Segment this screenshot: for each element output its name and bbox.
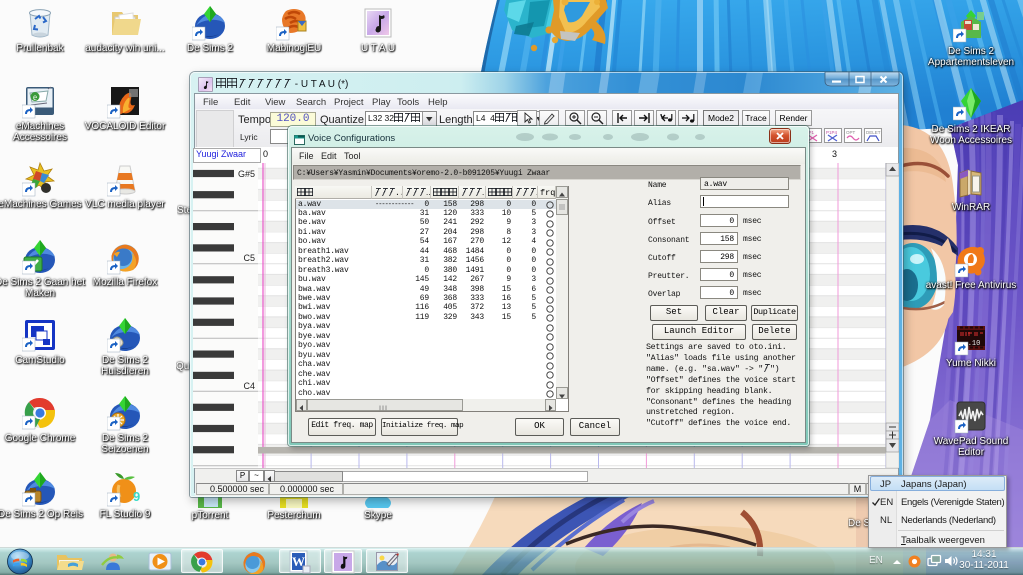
svg-text:e: e xyxy=(33,92,37,102)
svg-text:C5: C5 xyxy=(243,253,255,263)
svg-text:G#5: G#5 xyxy=(238,169,255,179)
svg-text:.10: .10 xyxy=(968,340,981,348)
svg-text:9: 9 xyxy=(133,489,140,504)
svg-text:DELET: DELET xyxy=(866,130,881,135)
svg-text:C4: C4 xyxy=(243,381,255,391)
svg-text:P1P4: P1P4 xyxy=(826,130,838,135)
svg-text:OPT: OPT xyxy=(846,130,856,135)
